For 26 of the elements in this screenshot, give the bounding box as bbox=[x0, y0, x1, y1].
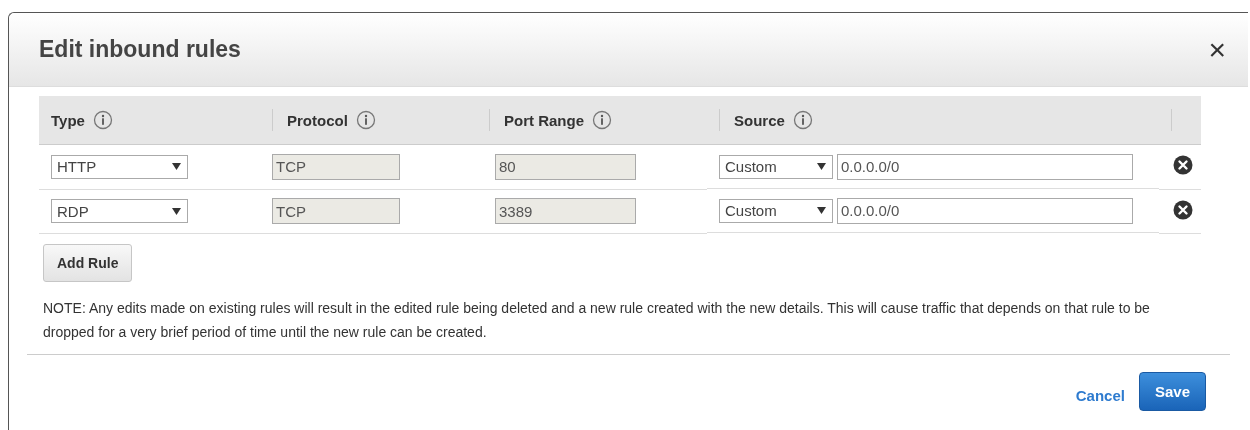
save-button[interactable]: Save bbox=[1138, 371, 1206, 411]
add-rule-button[interactable]: Add Rule bbox=[43, 243, 133, 282]
type-dropdown[interactable]: HTTP bbox=[51, 154, 188, 179]
type-dropdown[interactable]: RDP bbox=[51, 199, 188, 223]
note-text: NOTE: Any edits made on existing rules will result in the edited rule being deleted and a new rule created with the new details. This will cause traffic that depends on that rule to be dropped for a very brief period of time until the new rule can be created. bbox=[43, 298, 1151, 342]
cancel-link[interactable]: Cancel bbox=[1075, 386, 1125, 404]
dialog-title: Edit inbound rules bbox=[39, 36, 241, 63]
caret-icon bbox=[172, 207, 181, 215]
source-dropdown[interactable]: Custom bbox=[719, 154, 833, 179]
column-header: Port Range bbox=[504, 111, 584, 129]
remove-icon[interactable] bbox=[1173, 199, 1193, 220]
caret-icon bbox=[172, 163, 181, 171]
column-header: Source bbox=[734, 111, 785, 129]
cidr-field[interactable]: 0.0.0.0/0 bbox=[837, 197, 1133, 224]
column-header: Protocol bbox=[287, 111, 348, 129]
caret-icon bbox=[817, 207, 826, 214]
column-header: Type bbox=[51, 111, 85, 129]
info-icon[interactable] bbox=[792, 110, 813, 130]
info-icon[interactable] bbox=[355, 110, 376, 130]
remove-icon[interactable] bbox=[1173, 155, 1193, 176]
close-button[interactable]: × bbox=[1204, 34, 1230, 65]
cidr-field[interactable]: 0.0.0.0/0 bbox=[837, 153, 1133, 180]
caret-icon bbox=[817, 163, 826, 170]
source-dropdown[interactable]: Custom bbox=[719, 198, 833, 223]
info-icon[interactable] bbox=[92, 110, 113, 130]
info-icon[interactable] bbox=[592, 110, 612, 130]
